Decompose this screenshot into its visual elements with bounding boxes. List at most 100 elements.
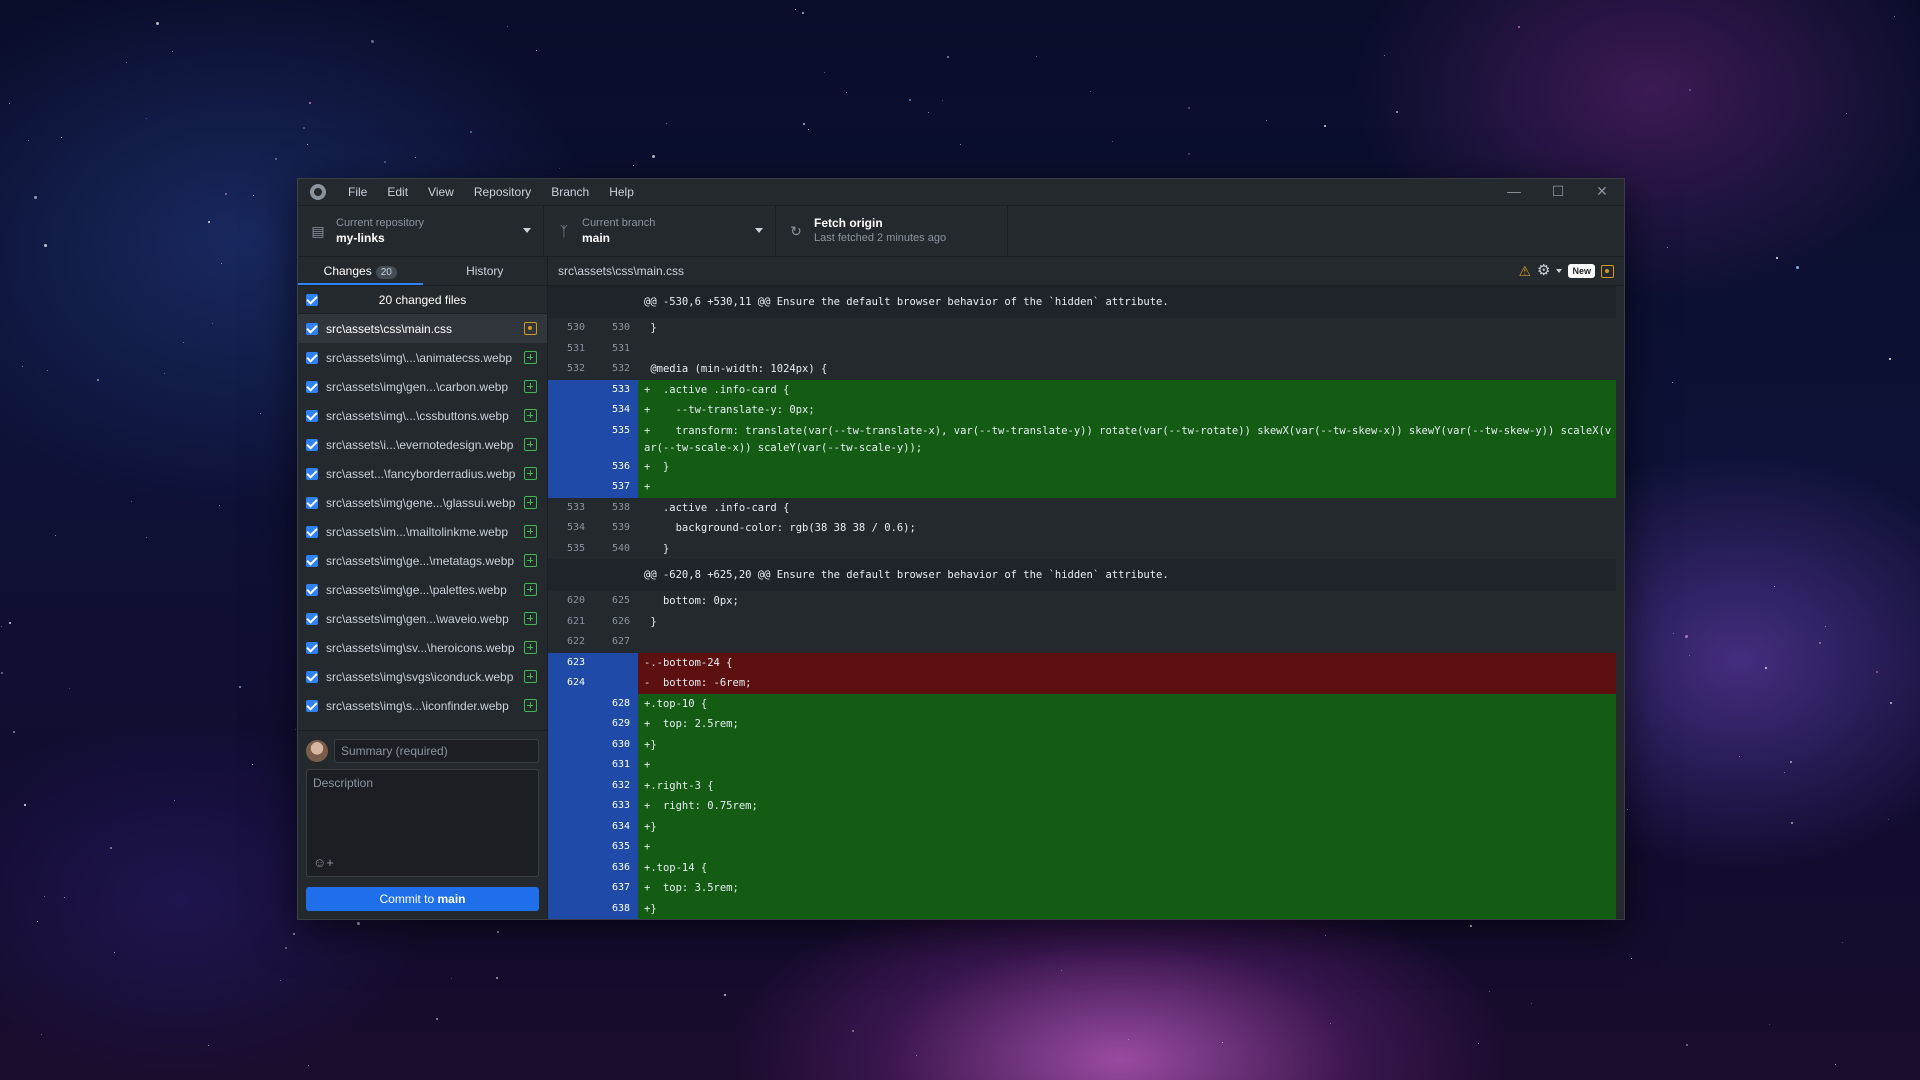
diff-line[interactable]: 621 626 } bbox=[548, 611, 1624, 632]
select-all-checkbox[interactable] bbox=[306, 293, 318, 306]
file-checkbox[interactable] bbox=[306, 670, 318, 683]
menu-file[interactable]: File bbox=[338, 179, 377, 205]
changed-file-row[interactable]: src\assets\img\s...\iconfinder.webp bbox=[298, 691, 547, 720]
file-checkbox[interactable] bbox=[306, 438, 318, 451]
diff-line[interactable]: 633 + right: 0.75rem; bbox=[548, 796, 1624, 817]
file-checkbox[interactable] bbox=[306, 699, 318, 712]
star bbox=[1784, 772, 1785, 773]
changed-file-row[interactable]: src\assets\img\svgs\iconduck.webp bbox=[298, 662, 547, 691]
diff-line[interactable]: 620 625 bottom: 0px; bbox=[548, 591, 1624, 612]
file-checkbox[interactable] bbox=[306, 380, 318, 393]
changed-file-row[interactable]: src\assets\img\...\animatecss.webp bbox=[298, 343, 547, 372]
changed-file-row[interactable]: src\assets\img\ge...\palettes.webp bbox=[298, 575, 547, 604]
maximize-icon[interactable]: ☐ bbox=[1536, 179, 1580, 205]
diff-line[interactable]: 636 +.top-14 { bbox=[548, 857, 1624, 878]
diff-line[interactable]: 637 + top: 3.5rem; bbox=[548, 878, 1624, 899]
file-checkbox[interactable] bbox=[306, 322, 318, 335]
diff-line[interactable]: 535 540 } bbox=[548, 538, 1624, 559]
file-checkbox[interactable] bbox=[306, 467, 318, 480]
diff-line[interactable]: 537 + bbox=[548, 477, 1624, 498]
summary-input[interactable]: Summary (required) bbox=[334, 739, 539, 763]
file-checkbox[interactable] bbox=[306, 612, 318, 625]
diff-line[interactable]: 622 627 bbox=[548, 632, 1624, 653]
warning-icon[interactable]: ⚠ bbox=[1518, 263, 1531, 279]
branch-icon: ᛉ bbox=[559, 223, 569, 239]
changed-file-row[interactable]: src\assets\i...\evernotedesign.webp bbox=[298, 430, 547, 459]
diff-line[interactable]: 535 + transform: translate(var(--tw-trans… bbox=[548, 420, 1624, 457]
star bbox=[1894, 16, 1895, 17]
diff-line[interactable]: 632 +.right-3 { bbox=[548, 775, 1624, 796]
changed-file-row[interactable]: src\assets\img\gen...\carbon.webp bbox=[298, 372, 547, 401]
menu-repository[interactable]: Repository bbox=[464, 179, 541, 205]
diff-line[interactable]: 631 + bbox=[548, 755, 1624, 776]
file-modified-icon bbox=[1601, 264, 1614, 278]
changed-file-row[interactable]: src\assets\img\ge...\metatags.webp bbox=[298, 546, 547, 575]
diff-line[interactable]: 634 +} bbox=[548, 816, 1624, 837]
old-line-number: 620 bbox=[566, 595, 585, 606]
diff-line[interactable]: @@ -530,6 +530,11 @@ Ensure the default … bbox=[548, 286, 1624, 318]
changed-file-row[interactable]: src\assets\img\...\cssbuttons.webp bbox=[298, 401, 547, 430]
changed-file-row[interactable]: src\asset...\fancyborderradius.webp bbox=[298, 459, 547, 488]
diff-line[interactable]: @@ -620,8 +625,20 @@ Ensure the default … bbox=[548, 559, 1624, 591]
star bbox=[1796, 266, 1799, 269]
diff-line[interactable]: 534 + --tw-translate-y: 0px; bbox=[548, 400, 1624, 421]
add-coauthor-icon[interactable]: ☺+ bbox=[313, 855, 334, 870]
commit-button-branch: main bbox=[437, 892, 466, 906]
changed-file-row[interactable]: src\assets\css\main.css bbox=[298, 314, 547, 343]
diff-line[interactable]: 536 + } bbox=[548, 456, 1624, 477]
changed-file-row[interactable]: src\assets\img\gen...\waveio.webp bbox=[298, 604, 547, 633]
diff-line[interactable]: 530 530 } bbox=[548, 318, 1624, 339]
tab-history[interactable]: History bbox=[423, 257, 548, 285]
changed-file-row[interactable]: src\assets\img\gene...\glassui.webp bbox=[298, 488, 547, 517]
file-checkbox[interactable] bbox=[306, 496, 318, 509]
file-checkbox[interactable] bbox=[306, 351, 318, 364]
star bbox=[212, 323, 213, 324]
gear-icon[interactable]: ⚙ bbox=[1537, 263, 1550, 279]
menu-branch[interactable]: Branch bbox=[541, 179, 599, 205]
diff-line[interactable]: 531 531 bbox=[548, 338, 1624, 359]
current-repository-button[interactable]: ▤ Current repository my-links bbox=[298, 206, 544, 256]
diff-line[interactable]: 630 +} bbox=[548, 734, 1624, 755]
file-checkbox[interactable] bbox=[306, 641, 318, 654]
minimize-icon[interactable]: — bbox=[1492, 179, 1536, 205]
star bbox=[451, 978, 452, 979]
tab-changes[interactable]: Changes 20 bbox=[298, 257, 423, 285]
diff-line[interactable]: 533 + .active .info-card { bbox=[548, 379, 1624, 400]
description-field[interactable]: Description ☺+ bbox=[306, 769, 539, 877]
fetch-origin-button[interactable]: ↻ Fetch origin Last fetched 2 minutes ag… bbox=[776, 206, 1008, 256]
diff-line[interactable]: 629 + top: 2.5rem; bbox=[548, 714, 1624, 735]
menu-help[interactable]: Help bbox=[599, 179, 644, 205]
diff-line[interactable]: 533 538 .active .info-card { bbox=[548, 497, 1624, 518]
commit-button[interactable]: Commit to main bbox=[306, 887, 539, 911]
hunk-header: @@ -620,8 +625,20 @@ Ensure the default … bbox=[638, 559, 1616, 591]
file-path: src\assets\img\...\cssbuttons.webp bbox=[326, 408, 509, 423]
star bbox=[219, 505, 220, 506]
current-branch-button[interactable]: ᛉ Current branch main bbox=[544, 206, 776, 256]
file-checkbox[interactable] bbox=[306, 583, 318, 596]
star bbox=[1774, 586, 1775, 587]
changed-file-row[interactable]: src\assets\img\sv...\heroicons.webp bbox=[298, 633, 547, 662]
star bbox=[41, 1034, 42, 1035]
close-icon[interactable]: ✕ bbox=[1580, 179, 1624, 205]
file-added-icon bbox=[524, 699, 537, 712]
diff-line[interactable]: 628 +.top-10 { bbox=[548, 693, 1624, 714]
diff-line[interactable]: 624 - bottom: -6rem; bbox=[548, 673, 1624, 694]
diff-line[interactable]: 635 + bbox=[548, 837, 1624, 858]
diff-line[interactable]: 532 532 @media (min-width: 1024px) { bbox=[548, 359, 1624, 380]
file-checkbox[interactable] bbox=[306, 525, 318, 538]
file-path: src\assets\img\ge...\palettes.webp bbox=[326, 582, 507, 597]
file-checkbox[interactable] bbox=[306, 409, 318, 422]
diff-line[interactable]: 638 +} bbox=[548, 898, 1624, 919]
menu-view[interactable]: View bbox=[418, 179, 464, 205]
changed-file-row[interactable]: src\assets\im...\mailtolinkme.webp bbox=[298, 517, 547, 546]
star bbox=[174, 800, 175, 801]
star bbox=[496, 977, 498, 979]
star bbox=[221, 263, 222, 264]
chevron-down-icon[interactable] bbox=[1556, 269, 1563, 273]
file-checkbox[interactable] bbox=[306, 554, 318, 567]
menu-edit[interactable]: Edit bbox=[377, 179, 418, 205]
code-text: + .active .info-card { bbox=[638, 379, 1616, 400]
diff-line[interactable]: 623 -.-bottom-24 { bbox=[548, 652, 1624, 673]
github-logo-icon bbox=[310, 184, 326, 200]
diff-line[interactable]: 534 539 background-color: rgb(38 38 38 / … bbox=[548, 518, 1624, 539]
